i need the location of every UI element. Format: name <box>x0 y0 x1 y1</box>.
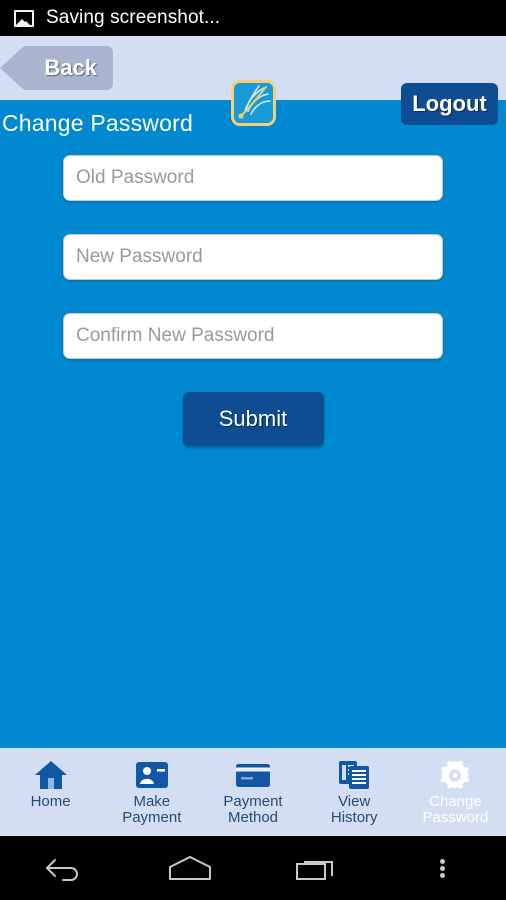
confirm-new-password-input[interactable] <box>63 313 443 359</box>
sun-burst-logo-icon <box>231 80 276 126</box>
status-bar-text: Saving screenshot... <box>46 7 221 28</box>
submit-button[interactable]: Submit <box>182 392 324 446</box>
credit-card-icon <box>235 758 271 792</box>
tab-change-password-label: Change Password <box>422 793 489 826</box>
tab-view-history-label: View History <box>330 793 378 826</box>
nav-recents-button[interactable] <box>253 854 380 882</box>
new-password-input[interactable] <box>63 234 443 280</box>
tab-home[interactable]: Home <box>0 748 101 836</box>
back-button[interactable]: Back <box>0 46 113 90</box>
tab-make-payment[interactable]: Make Payment <box>101 748 202 836</box>
change-password-form: Submit <box>0 137 506 446</box>
android-nav-bar <box>0 836 506 900</box>
nav-home-button[interactable] <box>127 854 254 882</box>
nav-back-button[interactable] <box>0 854 127 882</box>
tab-view-history[interactable]: View History <box>304 748 405 836</box>
app-header: Back Logout <box>0 36 506 126</box>
home-icon <box>34 758 68 792</box>
tab-change-password[interactable]: Change Password <box>405 748 506 836</box>
logout-button[interactable]: Logout <box>401 83 498 125</box>
old-password-input[interactable] <box>63 155 443 201</box>
tab-make-payment-label: Make Payment <box>122 793 182 826</box>
submit-row: Submit <box>63 392 443 446</box>
app-screen: Saving screenshot... Back Logout Change … <box>0 0 506 900</box>
contact-card-icon <box>135 758 169 792</box>
image-screenshot-icon <box>14 9 34 27</box>
nav-overflow-menu-button[interactable] <box>380 857 506 880</box>
tab-home-label: Home <box>30 793 71 810</box>
tab-payment-method[interactable]: Payment Method <box>202 748 303 836</box>
tab-payment-method-label: Payment Method <box>223 793 283 826</box>
gear-icon <box>438 758 472 792</box>
android-status-bar: Saving screenshot... <box>0 0 506 36</box>
bottom-tab-bar: Home Make Payment Payment Method View Hi… <box>0 745 506 836</box>
documents-icon <box>338 758 370 792</box>
